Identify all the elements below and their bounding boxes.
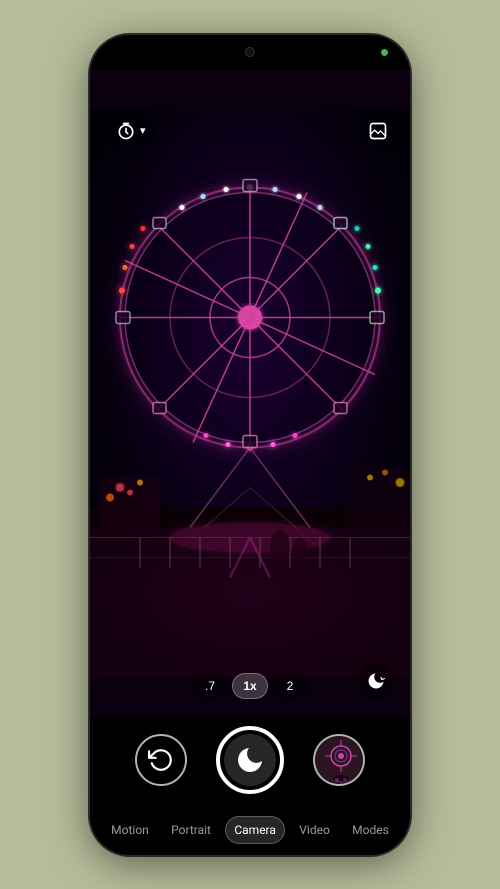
nav-bar: Motion Portrait Camera Video Modes	[90, 805, 410, 855]
phone-screen: ▾ .7 1x 2	[90, 35, 410, 855]
camera-hole	[245, 47, 255, 57]
viewfinder: ▾ .7 1x 2	[90, 70, 410, 715]
bottom-controls	[90, 715, 410, 805]
nav-portrait[interactable]: Portrait	[163, 817, 219, 843]
zoom-controls: .7 1x 2	[192, 673, 308, 699]
nav-modes[interactable]: Modes	[344, 817, 397, 843]
status-dot	[381, 49, 388, 56]
top-bar	[90, 35, 410, 70]
chevron-down-icon: ▾	[140, 124, 146, 137]
timer-button[interactable]: ▾	[106, 115, 156, 147]
nav-video[interactable]: Video	[291, 817, 338, 843]
zoom-2x-button[interactable]: 2	[272, 674, 308, 698]
nav-motion[interactable]: Motion	[103, 817, 157, 843]
phone-frame: ▾ .7 1x 2	[90, 35, 410, 855]
shutter-inner	[224, 734, 276, 786]
gallery-button[interactable]	[362, 115, 394, 147]
shutter-button[interactable]	[216, 726, 284, 794]
flip-camera-button[interactable]	[135, 734, 187, 786]
zoom-1x-button[interactable]: 1x	[232, 673, 268, 699]
last-photo-thumbnail[interactable]	[313, 734, 365, 786]
nav-camera[interactable]: Camera	[225, 816, 285, 844]
night-mode-button[interactable]	[358, 663, 394, 699]
ferris-scene	[90, 70, 410, 715]
camera-controls-top: ▾	[90, 115, 410, 147]
zoom-0.7-button[interactable]: .7	[192, 674, 228, 698]
